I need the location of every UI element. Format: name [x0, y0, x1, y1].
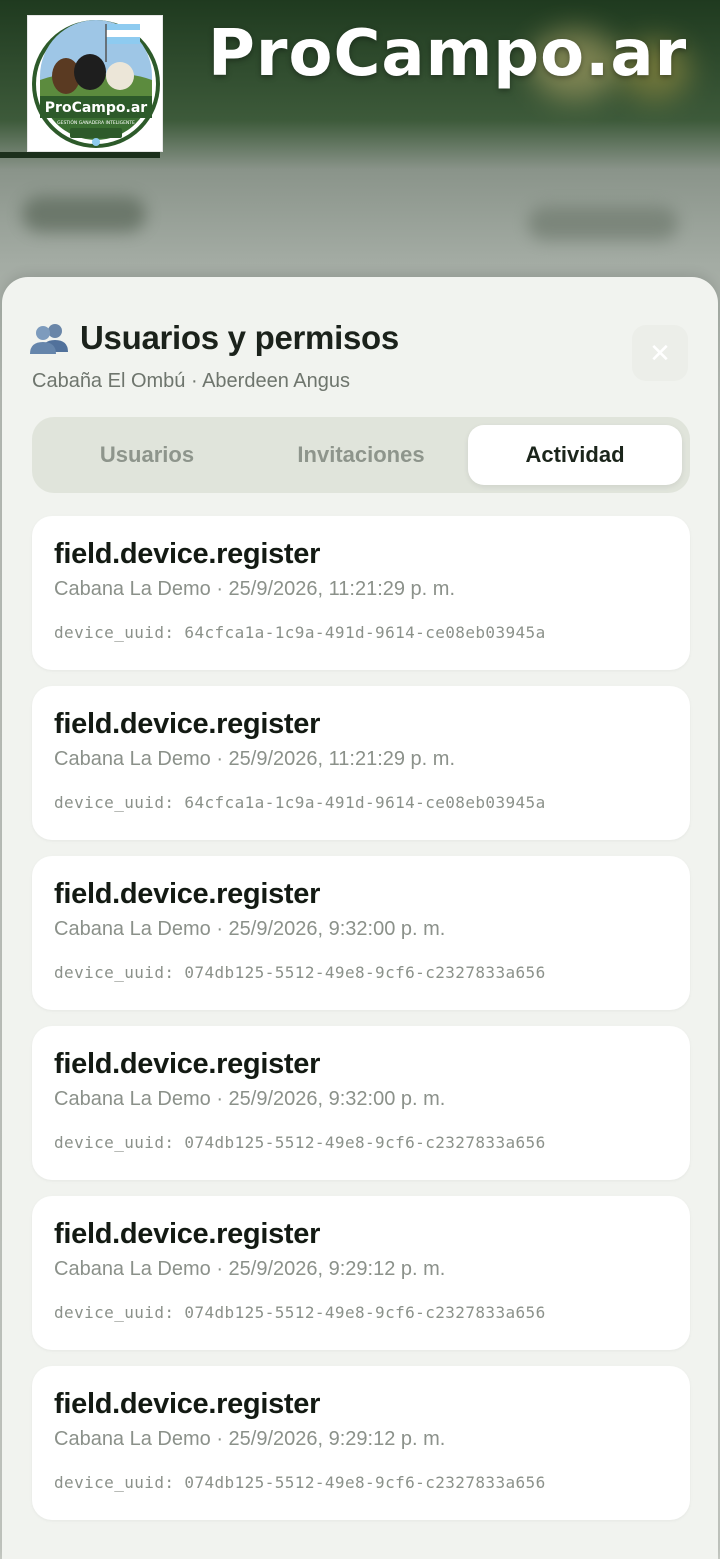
activity-item[interactable]: field.device.register Cabana La Demo · 2… [32, 516, 690, 670]
logo-wordmark: ProCampo.ar [45, 100, 147, 116]
activity-detail: device_uuid: 64cfca1a-1c9a-491d-9614-ce0… [54, 623, 546, 642]
logo-emblem-icon: ProCampo.ar GESTIÓN GANADERA INTELIGENTE [32, 20, 160, 148]
tab-usuarios[interactable]: Usuarios [40, 425, 254, 485]
activity-action: field.device.register [54, 708, 321, 740]
users-permissions-modal: Usuarios y permisos Cabaña El Ombú · Abe… [2, 277, 718, 1559]
activity-item[interactable]: field.device.register Cabana La Demo · 2… [32, 1026, 690, 1180]
activity-meta: Cabana La Demo · 25/9/2026, 9:32:00 p. m… [54, 1088, 446, 1110]
activity-item[interactable]: field.device.register Cabana La Demo · 2… [32, 1366, 690, 1520]
activity-item[interactable]: field.device.register Cabana La Demo · 2… [32, 1196, 690, 1350]
modal-subtitle: Cabaña El Ombú · Aberdeen Angus [32, 370, 350, 392]
activity-meta: Cabana La Demo · 25/9/2026, 11:21:29 p. … [54, 748, 456, 770]
activity-action: field.device.register [54, 538, 321, 570]
modal-title: Usuarios y permisos [80, 319, 399, 356]
activity-meta: Cabana La Demo · 25/9/2026, 9:29:12 p. m… [54, 1258, 446, 1280]
blurred-header-button [528, 206, 678, 240]
people-icon [30, 324, 68, 354]
activity-action: field.device.register [54, 1048, 321, 1080]
activity-meta: Cabana La Demo · 25/9/2026, 9:29:12 p. m… [54, 1428, 446, 1450]
blurred-header-button [22, 196, 146, 232]
close-icon: ✕ [649, 337, 671, 368]
activity-detail: device_uuid: 64cfca1a-1c9a-491d-9614-ce0… [54, 793, 546, 812]
brand-title: ProCampo.ar [208, 17, 688, 91]
modal-header: Usuarios y permisos [30, 319, 399, 357]
activity-item[interactable]: field.device.register Cabana La Demo · 2… [32, 856, 690, 1010]
activity-action: field.device.register [54, 878, 321, 910]
activity-detail: device_uuid: 074db125-5512-49e8-9cf6-c23… [54, 1473, 546, 1492]
activity-detail: device_uuid: 074db125-5512-49e8-9cf6-c23… [54, 1303, 546, 1322]
activity-meta: Cabana La Demo · 25/9/2026, 11:21:29 p. … [54, 578, 456, 600]
activity-action: field.device.register [54, 1218, 321, 1250]
activity-detail: device_uuid: 074db125-5512-49e8-9cf6-c23… [54, 963, 546, 982]
logo-tagline: GESTIÓN GANADERA INTELIGENTE [57, 119, 135, 126]
activity-meta: Cabana La Demo · 25/9/2026, 9:32:00 p. m… [54, 918, 446, 940]
tab-invitaciones[interactable]: Invitaciones [254, 425, 468, 485]
close-button[interactable]: ✕ [632, 325, 688, 381]
activity-list: field.device.register Cabana La Demo · 2… [32, 516, 690, 1536]
activity-action: field.device.register [54, 1388, 321, 1420]
tab-actividad[interactable]: Actividad [468, 425, 682, 485]
activity-item[interactable]: field.device.register Cabana La Demo · 2… [32, 686, 690, 840]
brand-logo: ProCampo.ar GESTIÓN GANADERA INTELIGENTE [27, 15, 163, 152]
activity-detail: device_uuid: 074db125-5512-49e8-9cf6-c23… [54, 1133, 546, 1152]
tab-switcher: Usuarios Invitaciones Actividad [32, 417, 690, 493]
